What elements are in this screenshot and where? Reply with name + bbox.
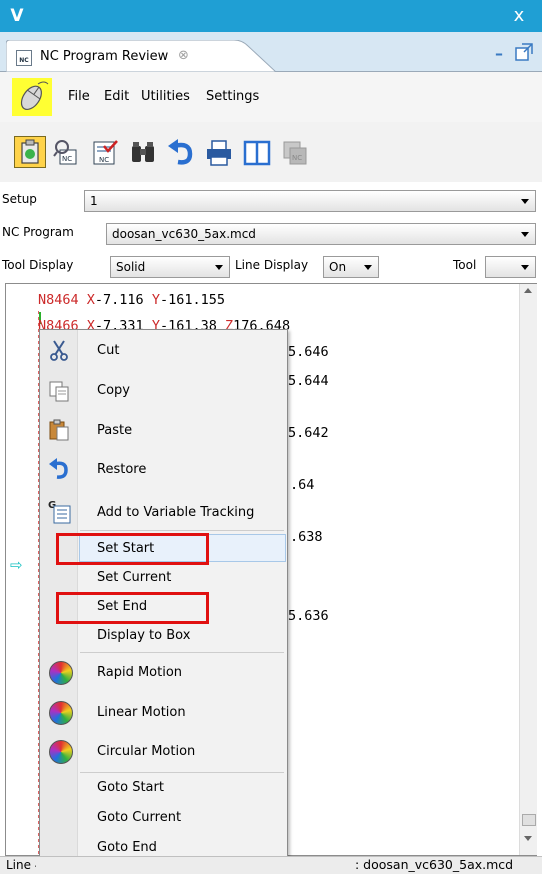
color-wheel-icon xyxy=(49,740,73,764)
split-view-icon[interactable] xyxy=(242,138,272,168)
menu-goto-current[interactable]: Goto Current xyxy=(97,810,181,825)
copy-icon xyxy=(49,381,69,402)
nc-check-icon[interactable]: NC xyxy=(90,138,120,168)
tool-display-dropdown[interactable]: Solid xyxy=(110,256,230,278)
restore-icon xyxy=(49,458,68,479)
binoculars-icon[interactable] xyxy=(128,138,158,168)
mouse-icon[interactable] xyxy=(12,78,52,116)
menu-file[interactable]: File xyxy=(68,89,90,104)
chevron-down-icon xyxy=(521,199,529,204)
printer-icon[interactable] xyxy=(204,138,234,168)
variable-tracking-icon: G xyxy=(48,500,71,524)
menu-utilities[interactable]: Utilities xyxy=(141,89,190,104)
menu-separator xyxy=(80,652,284,653)
setup-dropdown[interactable]: 1 xyxy=(84,190,536,212)
menu-set-current[interactable]: Set Current xyxy=(97,570,171,585)
tool-display-value: Solid xyxy=(116,260,146,274)
tab-title: NC Program Review xyxy=(40,49,169,64)
line-display-dropdown[interactable]: On xyxy=(323,256,379,278)
chevron-down-icon xyxy=(215,265,223,270)
menu-display-to-box[interactable]: Display to Box xyxy=(97,628,190,643)
chevron-down-icon xyxy=(521,265,529,270)
nc-program-value: doosan_vc630_5ax.mcd xyxy=(112,227,256,241)
paste-icon xyxy=(49,419,69,441)
scroll-down-icon[interactable] xyxy=(524,836,532,841)
code-fragment: 5.644 xyxy=(288,373,329,389)
code-fragment: .64 xyxy=(290,477,315,493)
code-fragment: 5.636 xyxy=(288,608,329,624)
setup-label: Setup xyxy=(2,192,37,206)
svg-text:NC: NC xyxy=(292,154,302,162)
line-display-label: Line Display xyxy=(235,258,309,272)
minimize-button[interactable]: – xyxy=(495,44,503,63)
chevron-down-icon xyxy=(521,232,529,237)
line-display-value: On xyxy=(329,260,347,274)
menu-separator xyxy=(80,530,284,531)
code-line-1: N8464 X-7.116 Y-161.155 xyxy=(38,292,226,308)
scroll-up-icon[interactable] xyxy=(524,288,532,293)
annotation-highlight-box xyxy=(56,533,209,565)
svg-text:NC: NC xyxy=(62,155,72,163)
menu-paste[interactable]: Paste xyxy=(97,423,132,438)
tool-dropdown[interactable] xyxy=(485,256,536,278)
menu-copy[interactable]: Copy xyxy=(97,383,130,398)
scroll-thumb[interactable] xyxy=(522,814,536,826)
title-bar xyxy=(0,0,542,32)
tool-label: Tool xyxy=(453,258,477,272)
menu-separator xyxy=(80,772,284,773)
color-wheel-icon xyxy=(49,701,73,725)
code-fragment: 5.642 xyxy=(288,425,329,441)
verify-clipboard-icon[interactable] xyxy=(14,136,46,168)
chevron-down-icon xyxy=(364,265,372,270)
menu-settings[interactable]: Settings xyxy=(206,89,259,104)
menu-goto-end[interactable]: Goto End xyxy=(97,840,157,855)
nc-search-icon[interactable]: NC xyxy=(52,138,82,168)
vertical-scrollbar[interactable] xyxy=(519,284,537,855)
nc-program-dropdown[interactable]: doosan_vc630_5ax.mcd xyxy=(106,223,536,245)
menu-restore[interactable]: Restore xyxy=(97,462,146,477)
tool-display-label: Tool Display xyxy=(2,258,74,272)
menu-edit[interactable]: Edit xyxy=(104,89,129,104)
menu-cut[interactable]: Cut xyxy=(97,343,119,358)
nc-program-icon: NC xyxy=(16,50,32,66)
menu-add-to-variable-tracking[interactable]: Add to Variable Tracking xyxy=(97,505,254,520)
code-fragment: .638 xyxy=(290,529,323,545)
color-wheel-icon xyxy=(49,661,73,685)
current-line-arrow-icon: ⇨ xyxy=(10,556,23,574)
menu-circular-motion[interactable]: Circular Motion xyxy=(97,744,195,759)
window-close-button[interactable]: x xyxy=(508,5,530,27)
code-fragment: 5.646 xyxy=(288,344,329,360)
nc-disabled-icon: NC xyxy=(280,138,310,168)
status-line-number: Line 4200 xyxy=(6,858,36,872)
undo-icon[interactable] xyxy=(166,138,196,168)
app-logo-icon: V xyxy=(10,6,24,26)
menu-rapid-motion[interactable]: Rapid Motion xyxy=(97,665,182,680)
annotation-highlight-box xyxy=(56,592,209,624)
menu-linear-motion[interactable]: Linear Motion xyxy=(97,705,186,720)
status-program-name: : doosan_vc630_5ax.mcd xyxy=(355,857,514,872)
setup-value: 1 xyxy=(90,194,98,208)
scissors-icon xyxy=(50,340,68,361)
nc-program-label: NC Program xyxy=(2,225,74,239)
menu-goto-start[interactable]: Goto Start xyxy=(97,780,164,795)
detach-window-icon[interactable] xyxy=(514,42,534,62)
svg-text:NC: NC xyxy=(99,156,109,164)
tab-close-icon[interactable]: ⊗ xyxy=(178,48,189,63)
